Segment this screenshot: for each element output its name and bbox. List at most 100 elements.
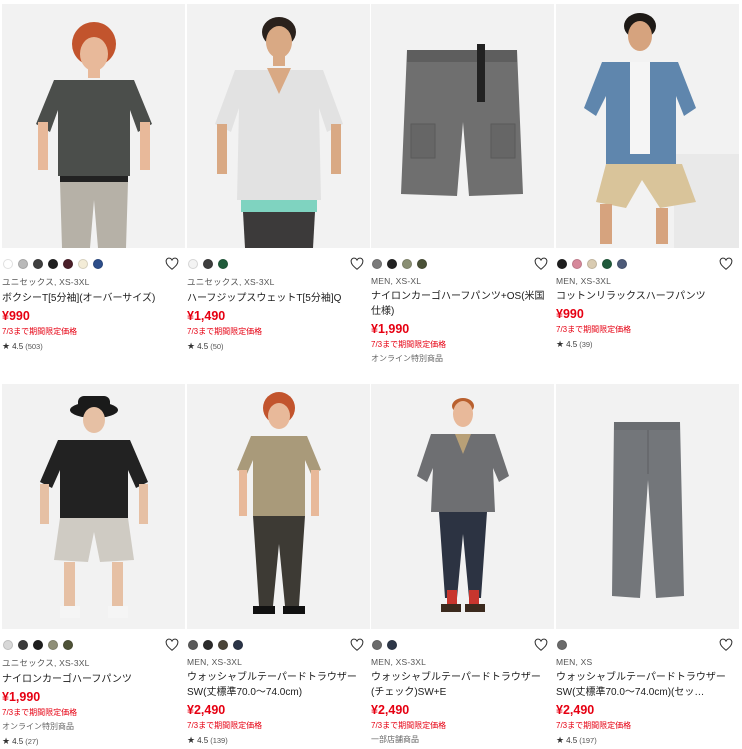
rating-value: 4.5 xyxy=(197,342,209,351)
product-price: ¥1,490 xyxy=(187,309,226,323)
product-card[interactable]: MEN, XS-3XL コットンリラックスハーフパンツ ¥990 7/3まで期間… xyxy=(556,4,739,350)
product-price: ¥1,990 xyxy=(2,690,41,704)
color-swatch[interactable] xyxy=(617,259,627,269)
color-swatch[interactable] xyxy=(48,259,58,269)
product-card[interactable]: ユニセックス, XS-3XL ボクシーT[5分袖](オーバーサイズ) ¥990 … xyxy=(2,4,185,352)
product-image[interactable] xyxy=(556,4,739,248)
rating-value: 4.5 xyxy=(566,736,578,745)
product-image[interactable] xyxy=(2,4,185,248)
color-swatch[interactable] xyxy=(387,259,397,269)
product-card[interactable]: MEN, XS-3XL ウォッシャブルテーパードトラウザーSW(丈標準70.0〜… xyxy=(187,384,370,746)
star-icon: ★ xyxy=(2,736,11,746)
product-gender-size: MEN, XS xyxy=(556,657,593,667)
color-swatch[interactable] xyxy=(372,259,382,269)
heart-icon[interactable] xyxy=(350,638,364,652)
product-rating: ★ 4.5 (197) xyxy=(556,735,739,746)
heart-icon[interactable] xyxy=(350,257,364,271)
color-swatches xyxy=(2,256,185,272)
product-grid: ユニセックス, XS-3XL ボクシーT[5分袖](オーバーサイズ) ¥990 … xyxy=(0,0,742,749)
product-name[interactable]: コットンリラックスハーフパンツ xyxy=(556,289,739,304)
promo-label: 7/3まで期間限定価格 xyxy=(371,721,447,730)
color-swatch[interactable] xyxy=(3,259,13,269)
product-price: ¥2,490 xyxy=(371,703,410,717)
rating-value: 4.5 xyxy=(12,342,24,351)
heart-icon[interactable] xyxy=(534,638,548,652)
color-swatch[interactable] xyxy=(188,259,198,269)
color-swatch[interactable] xyxy=(18,259,28,269)
color-swatch[interactable] xyxy=(33,640,43,650)
product-name[interactable]: ナイロンカーゴハーフパンツ+OS(米国仕様) xyxy=(371,289,554,319)
review-count: (39) xyxy=(579,340,593,349)
color-swatch[interactable] xyxy=(63,259,73,269)
color-swatch[interactable] xyxy=(417,259,427,269)
color-swatches xyxy=(187,256,370,272)
product-gender-size: MEN, XS-XL xyxy=(371,276,422,286)
product-card[interactable]: MEN, XS-XL ナイロンカーゴハーフパンツ+OS(米国仕様) ¥1,990… xyxy=(371,4,554,364)
product-card[interactable]: ユニセックス, XS-3XL ハーフジップスウェットT[5分袖]Q ¥1,490… xyxy=(187,4,370,352)
color-swatch[interactable] xyxy=(557,640,567,650)
color-swatch[interactable] xyxy=(18,640,28,650)
product-price: ¥2,490 xyxy=(556,703,595,717)
product-name[interactable]: ボクシーT[5分袖](オーバーサイズ) xyxy=(2,291,185,306)
product-name[interactable]: ウォッシャブルテーパードトラウザー(チェック)SW+E xyxy=(371,670,554,700)
product-card[interactable]: MEN, XS ウォッシャブルテーパードトラウザーSW(丈標準70.0〜74.0… xyxy=(556,384,739,746)
color-swatch[interactable] xyxy=(602,259,612,269)
color-swatch[interactable] xyxy=(387,640,397,650)
promo-label: 7/3まで期間限定価格 xyxy=(556,325,632,334)
product-image[interactable] xyxy=(2,384,185,629)
color-swatch[interactable] xyxy=(203,259,213,269)
product-name[interactable]: ウォッシャブルテーパードトラウザーSW(丈標準70.0〜74.0cm) xyxy=(187,670,370,700)
product-rating: ★ 4.5 (139) xyxy=(187,735,370,746)
color-swatch[interactable] xyxy=(93,259,103,269)
color-swatch[interactable] xyxy=(402,259,412,269)
product-image[interactable] xyxy=(187,4,370,248)
color-swatch[interactable] xyxy=(587,259,597,269)
promo-label: 7/3まで期間限定価格 xyxy=(556,721,632,730)
color-swatch[interactable] xyxy=(3,640,13,650)
product-image[interactable] xyxy=(371,4,554,248)
heart-icon[interactable] xyxy=(165,257,179,271)
rating-value: 4.5 xyxy=(197,736,209,745)
star-icon: ★ xyxy=(187,341,196,351)
promo-label: 7/3まで期間限定価格 xyxy=(371,340,447,349)
product-name[interactable]: ナイロンカーゴハーフパンツ xyxy=(2,672,185,687)
color-swatch[interactable] xyxy=(188,640,198,650)
review-count: (27) xyxy=(25,737,39,746)
color-swatch[interactable] xyxy=(63,640,73,650)
star-icon: ★ xyxy=(556,339,565,349)
color-swatches xyxy=(371,256,554,272)
product-gender-size: ユニセックス, XS-3XL xyxy=(2,277,90,287)
product-name[interactable]: ハーフジップスウェットT[5分袖]Q xyxy=(187,291,370,306)
color-swatches xyxy=(556,256,739,272)
color-swatch[interactable] xyxy=(233,640,243,650)
color-swatch[interactable] xyxy=(33,259,43,269)
product-image[interactable] xyxy=(187,384,370,629)
heart-icon[interactable] xyxy=(534,257,548,271)
product-image[interactable] xyxy=(371,384,554,629)
color-swatch[interactable] xyxy=(48,640,58,650)
star-icon: ★ xyxy=(2,341,11,351)
product-image[interactable] xyxy=(556,384,739,629)
color-swatch[interactable] xyxy=(78,259,88,269)
product-price: ¥990 xyxy=(556,307,584,321)
product-rating: ★ 4.5 (27) xyxy=(2,736,185,747)
star-icon: ★ xyxy=(556,735,565,745)
product-price: ¥2,490 xyxy=(187,703,226,717)
heart-icon[interactable] xyxy=(719,638,733,652)
color-swatch[interactable] xyxy=(218,640,228,650)
promo-label: 7/3まで期間限定価格 xyxy=(2,327,78,336)
color-swatch[interactable] xyxy=(572,259,582,269)
heart-icon[interactable] xyxy=(719,257,733,271)
online-exclusive-note: オンライン特別商品 xyxy=(2,722,74,731)
heart-icon[interactable] xyxy=(165,638,179,652)
star-icon: ★ xyxy=(187,735,196,745)
color-swatch[interactable] xyxy=(372,640,382,650)
product-gender-size: MEN, XS-3XL xyxy=(556,276,612,286)
color-swatch[interactable] xyxy=(557,259,567,269)
product-card[interactable]: MEN, XS-3XL ウォッシャブルテーパードトラウザー(チェック)SW+E … xyxy=(371,384,554,745)
color-swatches xyxy=(556,637,739,653)
product-card[interactable]: ユニセックス, XS-3XL ナイロンカーゴハーフパンツ ¥1,990 7/3ま… xyxy=(2,384,185,747)
color-swatch[interactable] xyxy=(203,640,213,650)
color-swatch[interactable] xyxy=(218,259,228,269)
product-name[interactable]: ウォッシャブルテーパードトラウザーSW(丈標準70.0〜74.0cm)(セッ… xyxy=(556,670,739,700)
